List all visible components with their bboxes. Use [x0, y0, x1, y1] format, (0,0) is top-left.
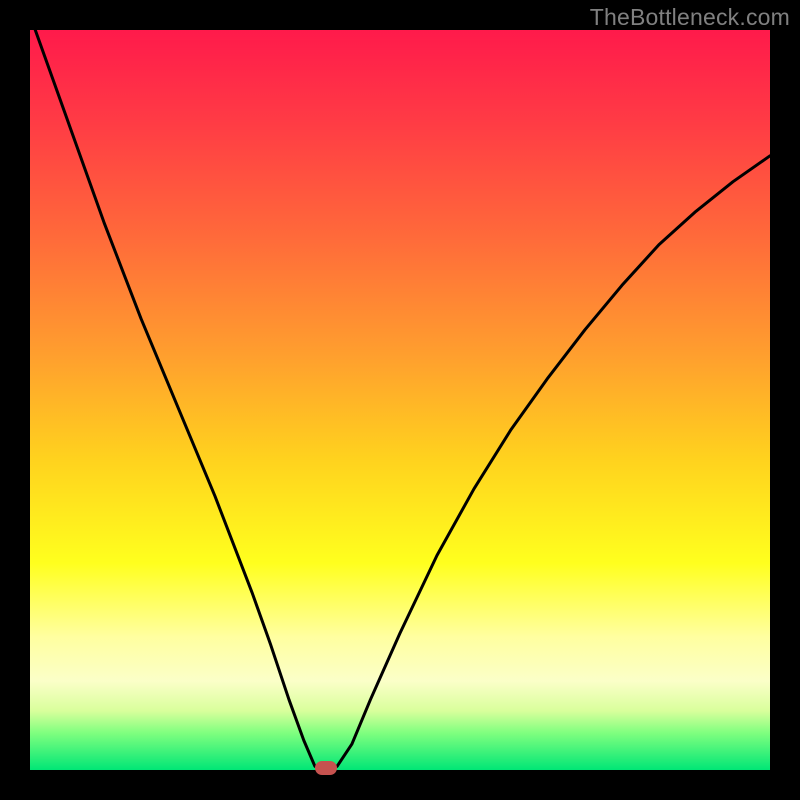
plot-area — [30, 30, 770, 770]
bottleneck-curve — [30, 30, 770, 770]
optimal-marker — [315, 761, 337, 775]
chart-frame: TheBottleneck.com — [0, 0, 800, 800]
watermark-text: TheBottleneck.com — [590, 4, 790, 31]
